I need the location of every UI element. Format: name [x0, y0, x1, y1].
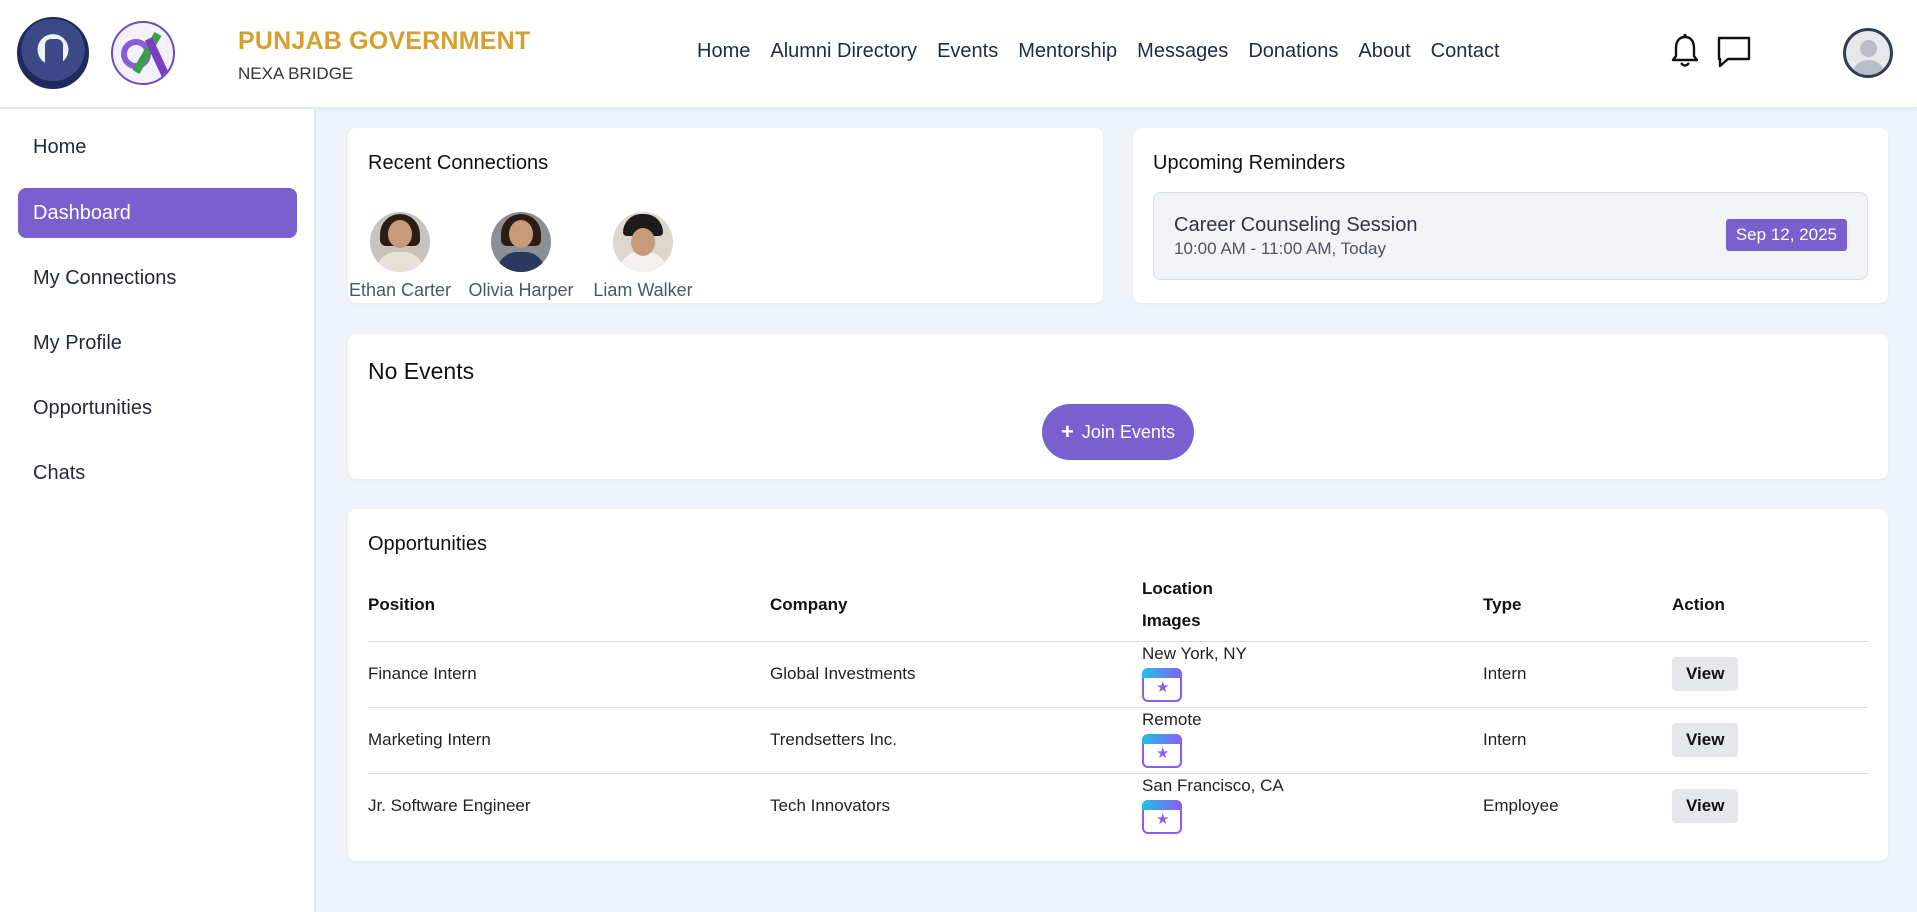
upcoming-reminders-card: Upcoming Reminders Career Counseling Ses…: [1133, 128, 1888, 303]
nav-home[interactable]: Home: [697, 40, 750, 63]
sidebar-item-home[interactable]: Home: [18, 122, 297, 172]
view-button[interactable]: View: [1672, 723, 1739, 757]
location-text: New York, NY: [1142, 644, 1247, 663]
recent-connections-card: Recent Connections Ethan Carter Olivia H…: [348, 128, 1103, 303]
cell-action: View: [1672, 641, 1868, 708]
cell-type: Intern: [1483, 641, 1672, 708]
top-header: PUNJAB GOVERNMENT NEXA BRIDGE Home Alumn…: [0, 0, 1917, 108]
events-card: No Events + Join Events: [348, 334, 1888, 479]
join-events-label: Join Events: [1081, 421, 1175, 442]
cell-type: Employee: [1483, 796, 1559, 816]
nav-about[interactable]: About: [1358, 40, 1410, 63]
cell-position: Jr. Software Engineer: [368, 796, 531, 816]
opportunities-card: Opportunities Position Company Location …: [348, 509, 1888, 861]
nexa-bridge-logo: [111, 21, 175, 85]
connection-avatar: [491, 212, 551, 272]
upcoming-reminders-title: Upcoming Reminders: [1153, 152, 1346, 174]
sidebar: Home Dashboard My Connections My Profile…: [0, 109, 316, 912]
connection-avatar: [370, 212, 430, 272]
table-row: Jr. Software Engineer Tech Innovators Sa…: [368, 773, 1868, 839]
connection-item[interactable]: Olivia Harper: [466, 212, 576, 301]
nav-alumni-directory[interactable]: Alumni Directory: [770, 40, 917, 63]
col-action: Action: [1672, 569, 1868, 642]
top-nav: Home Alumni Directory Events Mentorship …: [697, 40, 1520, 63]
col-location: Location: [1142, 578, 1213, 598]
opportunities-title: Opportunities: [368, 533, 487, 555]
connection-item[interactable]: Liam Walker: [588, 212, 698, 301]
cell-type: Intern: [1483, 707, 1672, 774]
cell-company: Global Investments: [770, 641, 1142, 708]
table-row: Finance Intern Global Investments New Yo…: [368, 641, 1868, 708]
cell-action: View: [1672, 707, 1868, 774]
reminder-item[interactable]: Career Counseling Session 10:00 AM - 11:…: [1153, 192, 1868, 280]
reminder-time: 10:00 AM - 11:00 AM, Today: [1174, 239, 1387, 258]
cell-position: Finance Intern: [368, 641, 770, 708]
calendar-star-icon: ★: [1142, 800, 1182, 835]
table-header-row: Position Company Location Images Type Ac…: [368, 569, 1868, 642]
location-text: Remote: [1142, 710, 1202, 729]
calendar-star-icon: ★: [1142, 668, 1182, 702]
cell-position: Marketing Intern: [368, 707, 770, 774]
chat-icon[interactable]: [1716, 34, 1752, 70]
connection-item[interactable]: Ethan Carter: [345, 212, 455, 301]
sidebar-item-opportunities[interactable]: Opportunities: [18, 383, 297, 433]
join-events-button[interactable]: + Join Events: [1042, 404, 1194, 460]
view-button[interactable]: View: [1672, 657, 1739, 691]
cell-location: Remote ★: [1142, 707, 1483, 774]
connection-avatar: [613, 212, 673, 272]
plus-icon: +: [1061, 419, 1074, 444]
nav-events[interactable]: Events: [937, 40, 998, 63]
nav-messages[interactable]: Messages: [1137, 40, 1228, 63]
calendar-star-icon: ★: [1142, 734, 1182, 768]
col-images: Images: [1142, 610, 1201, 630]
connection-name: Ethan Carter: [348, 280, 452, 300]
recent-connections-title: Recent Connections: [368, 152, 549, 174]
reminder-date-badge: Sep 12, 2025: [1725, 219, 1847, 251]
opportunities-table: Position Company Location Images Type Ac…: [368, 569, 1868, 839]
brand-subtitle: NEXA BRIDGE: [238, 64, 354, 83]
reminder-title: Career Counseling Session: [1174, 214, 1418, 236]
col-location-images: Location Images: [1142, 569, 1483, 642]
cell-location: San Francisco, CA ★: [1142, 773, 1483, 839]
cell-action: View: [1672, 773, 1868, 839]
events-title: No Events: [368, 358, 475, 384]
location-text: San Francisco, CA: [1142, 776, 1284, 796]
cell-location: New York, NY ★: [1142, 641, 1483, 708]
connection-name: Olivia Harper: [468, 280, 574, 300]
punjab-emblem-logo: [17, 17, 89, 89]
brand-title: PUNJAB GOVERNMENT: [238, 27, 531, 55]
view-button[interactable]: View: [1672, 789, 1739, 824]
sidebar-item-my-profile[interactable]: My Profile: [18, 318, 297, 368]
nav-contact[interactable]: Contact: [1431, 40, 1500, 63]
table-row: Marketing Intern Trendsetters Inc. Remot…: [368, 707, 1868, 774]
nav-mentorship[interactable]: Mentorship: [1018, 40, 1117, 63]
sidebar-item-my-connections[interactable]: My Connections: [18, 253, 297, 303]
bell-icon[interactable]: [1670, 34, 1700, 70]
col-position: Position: [368, 569, 770, 642]
cell-company: Trendsetters Inc.: [770, 707, 1142, 774]
cell-company: Tech Innovators: [770, 796, 891, 816]
sidebar-item-chats[interactable]: Chats: [18, 448, 297, 498]
nav-donations[interactable]: Donations: [1248, 40, 1338, 63]
connection-name: Liam Walker: [593, 280, 693, 300]
sidebar-item-dashboard[interactable]: Dashboard: [18, 188, 297, 238]
col-type: Type: [1483, 569, 1672, 642]
user-avatar[interactable]: [1843, 28, 1893, 78]
col-company: Company: [770, 569, 1142, 642]
